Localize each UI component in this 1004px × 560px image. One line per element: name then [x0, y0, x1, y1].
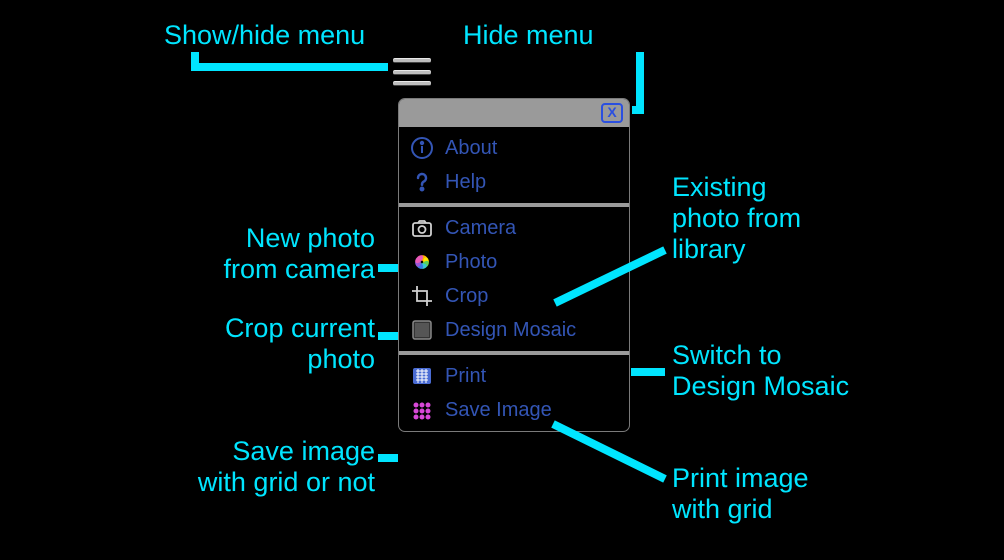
annotation-line: from camera: [223, 254, 375, 284]
hamburger-bar: [393, 70, 431, 75]
annotation-line: with grid: [672, 494, 773, 524]
menu-section-output: Print Save Image: [399, 351, 629, 431]
annotation-line: Existing: [672, 172, 767, 202]
menu-item-label: Photo: [445, 251, 497, 274]
info-icon: [409, 135, 435, 161]
hamburger-icon[interactable]: [393, 58, 431, 86]
menu-section-photo: Camera Photo: [399, 203, 629, 351]
annotation-line: Switch to: [672, 340, 782, 370]
menu-item-camera[interactable]: Camera: [399, 211, 629, 245]
photos-icon: [409, 249, 435, 275]
annotation-line: Crop current: [225, 313, 375, 343]
crop-icon: [409, 283, 435, 309]
annotation-show-hide: Show/hide menu: [164, 20, 365, 51]
camera-icon: [409, 215, 435, 241]
menu-item-help[interactable]: Help: [399, 165, 629, 199]
annotation-new-photo: New photo from camera: [100, 223, 375, 285]
hamburger-bar: [393, 58, 431, 63]
close-icon: X: [607, 104, 616, 120]
menu-section-info: About Help: [399, 127, 629, 203]
annotation-existing-photo: Existing photo from library: [672, 172, 801, 265]
hamburger-bar: [393, 81, 431, 86]
annotation-line: New photo: [246, 223, 375, 253]
annotation-line: library: [672, 234, 746, 264]
menu-item-print[interactable]: Print: [399, 359, 629, 393]
menu-item-about[interactable]: About: [399, 131, 629, 165]
annotation-line: photo from: [672, 203, 801, 233]
annotation-line: Print image: [672, 463, 809, 493]
menu-item-save-image[interactable]: Save Image: [399, 393, 629, 427]
menu-titlebar: X: [399, 99, 629, 127]
save-image-icon: [409, 397, 435, 423]
annotation-line: with grid or not: [198, 467, 375, 497]
menu-item-label: Design Mosaic: [445, 319, 576, 342]
menu-item-photo[interactable]: Photo: [399, 245, 629, 279]
menu-panel: X About Help Camera: [398, 98, 630, 432]
annotation-save-image: Save image with grid or not: [20, 436, 375, 498]
close-button[interactable]: X: [601, 103, 623, 123]
mosaic-icon: [409, 317, 435, 343]
annotation-crop-current: Crop current photo: [100, 313, 375, 375]
menu-item-label: Help: [445, 171, 486, 194]
annotation-switch-design: Switch to Design Mosaic: [672, 340, 849, 402]
annotation-hide-menu: Hide menu: [463, 20, 594, 51]
print-icon: [409, 363, 435, 389]
annotation-line: Design Mosaic: [672, 371, 849, 401]
annotation-line: Save image: [232, 436, 375, 466]
annotation-print-image: Print image with grid: [672, 463, 809, 525]
question-icon: [409, 169, 435, 195]
menu-item-label: Camera: [445, 217, 516, 240]
menu-item-design-mosaic[interactable]: Design Mosaic: [399, 313, 629, 347]
menu-item-crop[interactable]: Crop: [399, 279, 629, 313]
menu-item-label: Print: [445, 365, 486, 388]
menu-item-label: About: [445, 137, 497, 160]
annotation-line: photo: [307, 344, 375, 374]
menu-item-label: Crop: [445, 285, 488, 308]
menu-item-label: Save Image: [445, 399, 552, 422]
